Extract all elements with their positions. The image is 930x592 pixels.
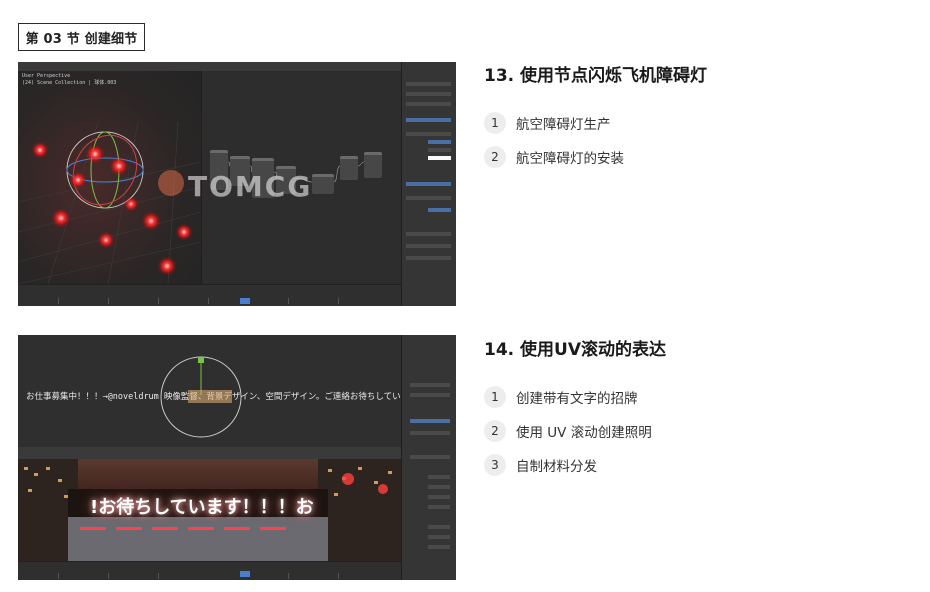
red-light [98,232,114,248]
screenshot-uv-scroll: お仕事募集中！！！→@noveldrum 映像監督、背景デザイン、空間デザイン。… [18,335,456,580]
list-item: 2 使用 UV 滚动创建照明 [484,414,904,448]
lesson-title: 13. 使用节点闪烁飞机障碍灯 [484,66,708,86]
property-row [410,393,450,397]
red-light [176,224,192,240]
property-row-active [406,118,451,122]
section-tag: 第 03 节 创建细节 [18,23,145,51]
property-row [410,431,450,435]
red-light [110,157,128,175]
timeline-tick [208,298,209,304]
property-row-active [410,419,450,423]
red-light [32,142,48,158]
lesson-title: 14. 使用UV滚动的表达 [484,340,666,360]
property-row [406,132,451,136]
screenshot-node-blinking-lights: User Perspective (24) Scene Collection |… [18,62,456,306]
neon-sign-text: !お待ちしています！！！お [90,497,314,518]
lesson-items: 1 航空障碍灯生产 2 航空障碍灯的安装 [484,106,904,174]
property-row [406,92,451,96]
lesson-14: 14. 使用UV滚动的表达 1 创建带有文字的招牌 2 使用 UV 滚动创建照明… [484,338,904,482]
list-item: 3 自制材料分发 [484,448,904,482]
list-item: 2 航空障碍灯的安装 [484,140,904,174]
property-value [428,475,450,479]
timeline[interactable] [18,561,401,580]
item-number-badge: 2 [484,420,506,442]
red-light [158,257,176,275]
item-text: 航空障碍灯的安装 [516,151,624,167]
property-value [428,525,450,529]
item-number-badge: 1 [484,112,506,134]
property-row [406,232,451,236]
timeline-tick [288,573,289,579]
property-value [428,535,450,539]
property-row [406,256,451,260]
property-row [406,102,451,106]
red-light [86,145,104,163]
watermark-logo-icon [158,170,184,196]
selection-highlight [188,390,232,403]
viewport-toolbar[interactable] [18,447,401,459]
property-row [406,196,451,200]
item-number-badge: 1 [484,386,506,408]
item-text: 使用 UV 滚动创建照明 [516,425,652,441]
property-row [410,383,450,387]
property-value [428,545,450,549]
property-row [406,244,451,248]
timeline-tick [108,573,109,579]
item-text: 创建带有文字的招牌 [516,391,638,407]
red-light [124,197,138,211]
property-value [428,505,450,509]
red-light [52,209,70,227]
property-row [406,82,451,86]
item-text: 自制材料分发 [516,459,597,475]
item-text: 航空障碍灯生产 [516,117,611,133]
playhead[interactable] [240,298,250,304]
item-number-badge: 2 [484,146,506,168]
playhead[interactable] [240,571,250,577]
property-value [428,140,451,144]
red-light [142,212,160,230]
timeline-tick [108,298,109,304]
color-swatch [428,156,451,160]
timeline-tick [288,298,289,304]
lesson-items: 1 创建带有文字的招牌 2 使用 UV 滚动创建照明 3 自制材料分发 [484,380,904,482]
property-value [428,485,450,489]
property-value [428,495,450,499]
timeline-tick [158,298,159,304]
timeline-tick [58,298,59,304]
red-light [70,172,86,188]
watermark-text: TOMCG [188,170,313,203]
list-item: 1 创建带有文字的招牌 [484,380,904,414]
property-value [428,208,451,212]
timeline-tick [158,573,159,579]
timeline-tick [338,573,339,579]
timeline-tick [338,298,339,304]
property-row [410,455,450,459]
item-number-badge: 3 [484,454,506,476]
lesson-13: 13. 使用节点闪烁飞机障碍灯 1 航空障碍灯生产 2 航空障碍灯的安装 [484,64,904,174]
timeline[interactable] [18,284,401,306]
timeline-tick [58,573,59,579]
property-row-active [406,182,451,186]
list-item: 1 航空障碍灯生产 [484,106,904,140]
property-value [428,148,451,152]
